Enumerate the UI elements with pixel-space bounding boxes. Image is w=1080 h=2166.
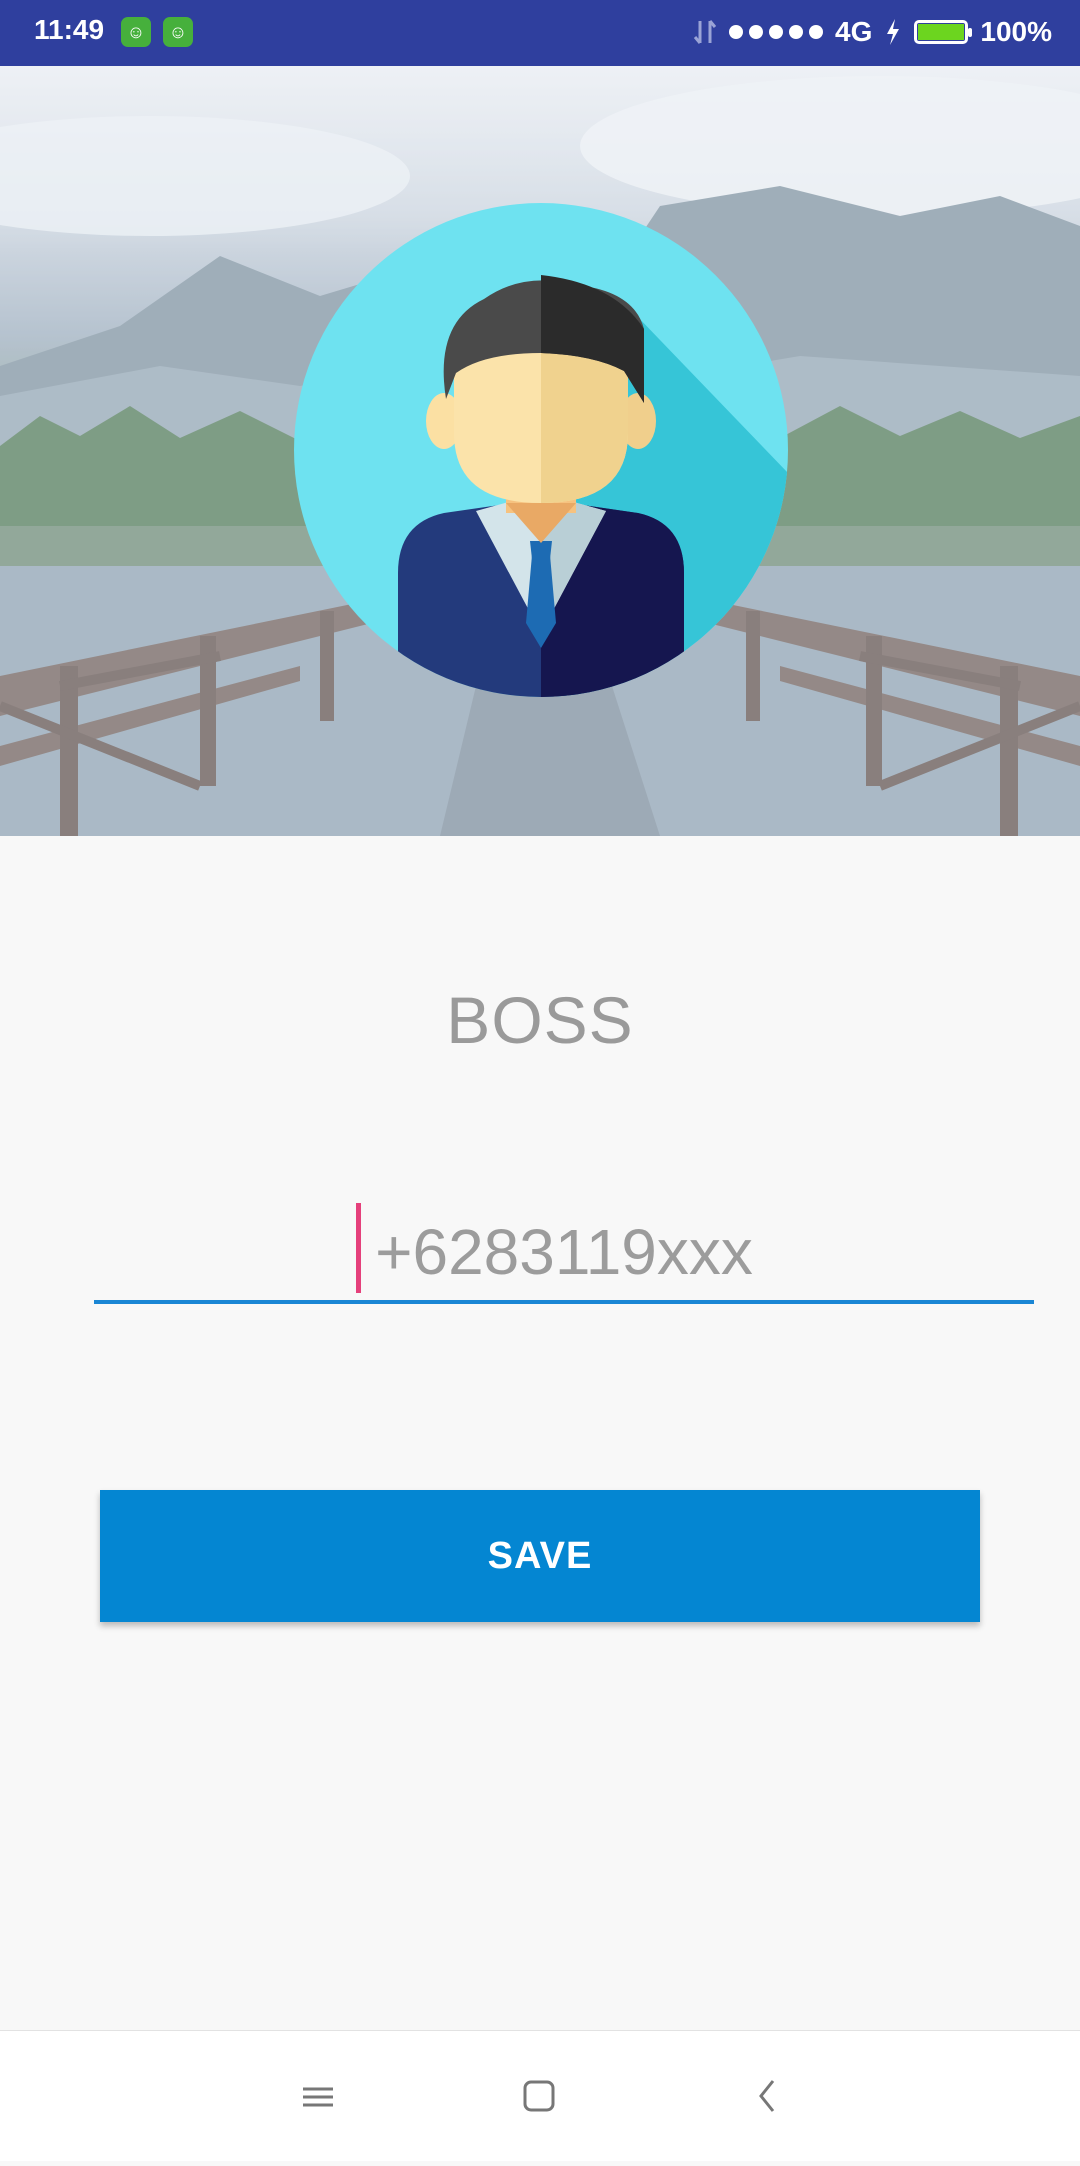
profile-name: BOSS bbox=[446, 983, 634, 1057]
home-icon bbox=[523, 2080, 555, 2112]
battery-percent: 100% bbox=[980, 16, 1052, 47]
phone-input-underline bbox=[94, 1300, 1034, 1304]
save-button[interactable]: SAVE bbox=[100, 1490, 980, 1622]
status-bar: 11:49 ☺ ☺ 4G 100% bbox=[0, 0, 1080, 66]
signal-strength-icon bbox=[729, 25, 824, 39]
status-time: 11:49 bbox=[34, 14, 105, 45]
network-type: 4G bbox=[835, 16, 873, 47]
businessman-avatar-icon bbox=[398, 275, 788, 697]
phone-number-input[interactable] bbox=[94, 1200, 1034, 1304]
profile-avatar[interactable] bbox=[294, 203, 788, 697]
navigation-bar bbox=[0, 2030, 1080, 2161]
menu-button[interactable] bbox=[258, 2031, 378, 2161]
android-app-icon: ☺ bbox=[163, 17, 193, 47]
back-button[interactable] bbox=[707, 2031, 827, 2161]
home-button[interactable] bbox=[480, 2031, 600, 2161]
charging-icon bbox=[887, 19, 900, 45]
battery-level bbox=[918, 24, 965, 40]
data-transfer-icon bbox=[693, 20, 717, 44]
back-icon bbox=[759, 2080, 775, 2112]
text-cursor bbox=[356, 1203, 361, 1293]
status-indicators: 4G 100% bbox=[693, 14, 1052, 50]
battery-icon bbox=[914, 20, 973, 44]
android-app-icon: ☺ bbox=[121, 17, 151, 47]
menu-icon bbox=[303, 2087, 333, 2107]
